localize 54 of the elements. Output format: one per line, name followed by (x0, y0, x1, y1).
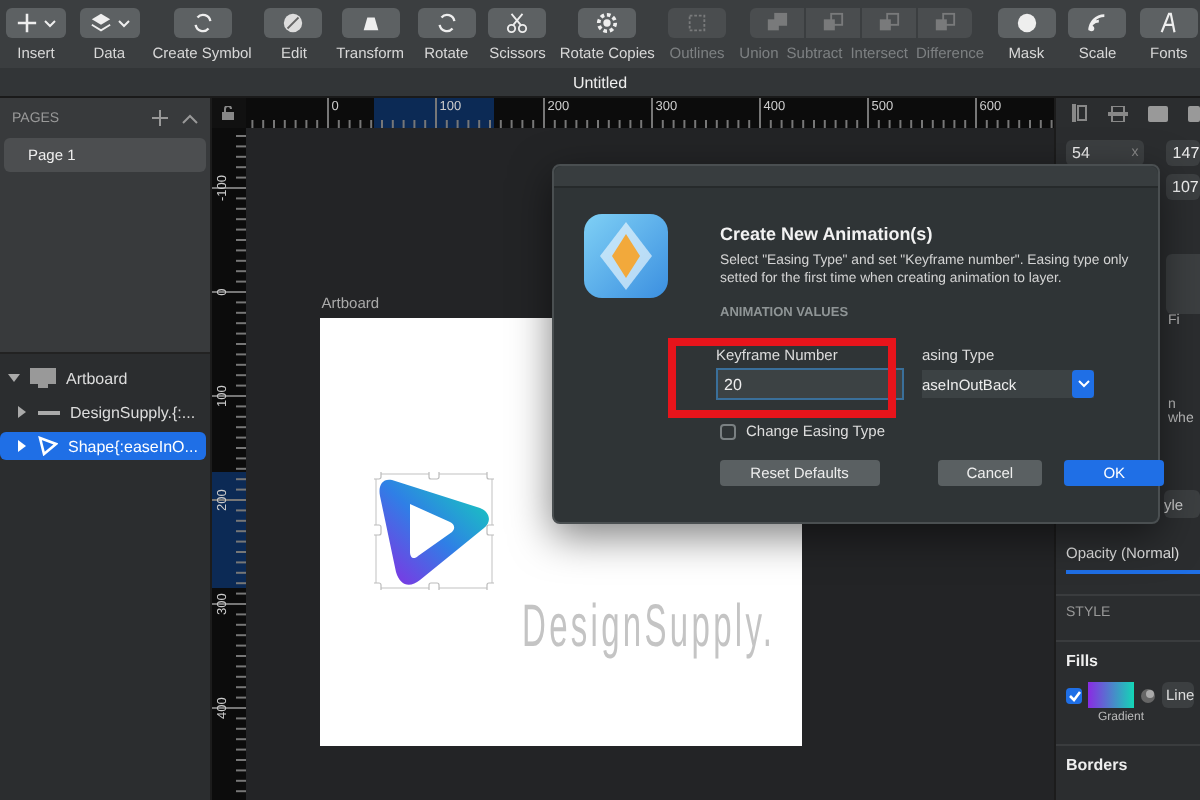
toolbar-button[interactable] (264, 8, 323, 38)
toolbar-button[interactable] (173, 8, 232, 38)
dialog-title: Create New Animation(s) (720, 224, 935, 244)
expanded-triangle-icon[interactable] (8, 372, 20, 384)
layer-item[interactable]: Artboard (0, 364, 206, 392)
height-field[interactable]: 107 (1166, 174, 1200, 200)
y-field[interactable]: 147 (1166, 140, 1200, 166)
chevron-down-icon (1077, 380, 1089, 388)
refresh-icon (191, 12, 214, 34)
toolbar-button[interactable] (417, 8, 476, 38)
union-icon (766, 12, 789, 34)
lock-icon[interactable] (222, 106, 235, 120)
toolbar-button[interactable] (578, 8, 637, 38)
change-easing-checkbox[interactable] (720, 423, 736, 439)
fill-checkbox[interactable] (1066, 687, 1082, 703)
plus-icon (16, 12, 38, 34)
layer-item[interactable]: Shape{:easeInO... (0, 432, 206, 460)
toolbar-button[interactable] (341, 8, 400, 38)
layer-item[interactable]: DesignSupply.{:... (0, 398, 206, 426)
diamond-app-icon (584, 214, 668, 298)
toolbar-button[interactable] (1139, 8, 1198, 38)
play-logo-drawing[interactable] (373, 472, 494, 590)
chevron-up-icon[interactable] (181, 113, 198, 123)
circle-icon (1015, 12, 1038, 34)
intersect-icon (878, 12, 901, 34)
blend-icon[interactable] (1140, 687, 1156, 703)
gear-icon (596, 12, 619, 34)
monitor-icon (30, 368, 56, 388)
toolbar-button[interactable] (1068, 8, 1127, 38)
borders-header: Borders (1066, 756, 1128, 774)
edit-icon (282, 12, 305, 34)
toolbar-button[interactable] (6, 8, 66, 38)
collapsed-triangle-icon[interactable] (16, 440, 28, 452)
keyframe-number-field[interactable]: 20 (716, 368, 904, 400)
gradient-swatch[interactable] (1088, 682, 1134, 708)
artboard-text: DesignSupply. (521, 594, 775, 662)
transform-icon (359, 12, 382, 34)
plus-icon[interactable] (151, 110, 168, 126)
shape-icon (38, 436, 58, 456)
fills-header: Fills (1066, 652, 1099, 670)
chevron-down-icon (44, 19, 56, 27)
layers-icon (89, 12, 112, 34)
letter-icon (1157, 12, 1180, 34)
collapsed-triangle-icon[interactable] (16, 406, 28, 418)
toolbar-button[interactable] (488, 8, 547, 38)
subtract-icon (822, 12, 845, 34)
window-title: Untitled (572, 73, 628, 91)
rotate-icon (435, 12, 458, 34)
dashed-square-icon (686, 12, 709, 34)
toolbar-button[interactable] (79, 8, 140, 38)
difference-icon (934, 12, 957, 34)
chevron-down-icon (117, 19, 130, 27)
toolbar-button[interactable] (997, 8, 1056, 38)
scissors-icon (506, 12, 529, 34)
